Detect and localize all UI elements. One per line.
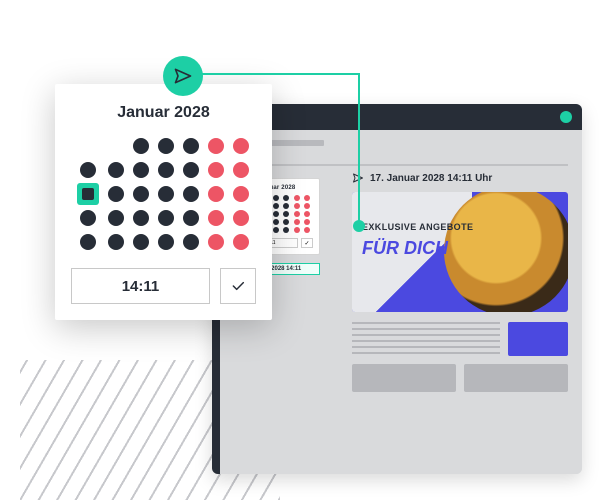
email-hero[interactable]: EXKLUSIVE ANGEBOTE FÜR DICH	[352, 192, 568, 312]
calendar-day[interactable]	[183, 162, 199, 178]
preview-schedule-line: 17. Januar 2028 14:11 Uhr	[352, 174, 568, 182]
calendar-title: Januar 2028	[71, 104, 256, 122]
calendar-day[interactable]	[273, 211, 279, 217]
calendar-day[interactable]	[183, 138, 199, 154]
connector-line	[183, 73, 359, 75]
calendar-day[interactable]	[304, 195, 310, 201]
hero-image	[444, 192, 568, 312]
calendar-day[interactable]	[158, 162, 174, 178]
calendar-day[interactable]	[273, 227, 279, 233]
connector-line	[358, 73, 360, 225]
send-icon	[173, 66, 193, 86]
calendar-day[interactable]	[294, 219, 300, 225]
calendar-day[interactable]	[294, 195, 300, 201]
preview-section	[352, 364, 456, 392]
calendar-day[interactable]	[80, 234, 96, 250]
connector-dot	[353, 220, 365, 232]
calendar-day[interactable]	[133, 234, 149, 250]
calendar-day[interactable]	[233, 210, 249, 226]
send-badge[interactable]	[163, 56, 203, 96]
calendar-grid[interactable]	[71, 138, 256, 250]
calendar-day[interactable]	[208, 186, 224, 202]
divider	[234, 164, 568, 166]
calendar-day[interactable]	[133, 138, 149, 154]
calendar-day[interactable]	[208, 162, 224, 178]
calendar-day[interactable]	[80, 210, 96, 226]
avatar[interactable]	[560, 111, 572, 123]
calendar-day[interactable]	[208, 138, 224, 154]
calendar-day[interactable]	[233, 162, 249, 178]
calendar-day[interactable]	[108, 210, 124, 226]
calendar-day[interactable]	[183, 186, 199, 202]
calendar-day[interactable]	[233, 138, 249, 154]
calendar-day[interactable]	[108, 162, 124, 178]
calendar-day[interactable]	[108, 234, 124, 250]
preview-cta-block[interactable]	[508, 322, 568, 356]
calendar-day[interactable]	[133, 210, 149, 226]
calendar-day[interactable]	[183, 210, 199, 226]
check-icon	[230, 278, 246, 294]
calendar-day[interactable]	[283, 219, 289, 225]
calendar-day[interactable]	[108, 186, 124, 202]
hero-headline: FÜR DICH	[362, 238, 448, 259]
calendar-day[interactable]	[294, 203, 300, 209]
calendar-day[interactable]	[273, 219, 279, 225]
calendar-day[interactable]	[304, 203, 310, 209]
calendar-day[interactable]	[158, 186, 174, 202]
preview-date-text: 17. Januar 2028 14:11 Uhr	[370, 173, 492, 184]
calendar-day[interactable]	[158, 138, 174, 154]
calendar-day[interactable]	[233, 186, 249, 202]
calendar-day[interactable]	[304, 219, 310, 225]
calendar-day	[108, 138, 124, 154]
calendar-day[interactable]	[304, 211, 310, 217]
time-input[interactable]: 14:11	[71, 268, 210, 304]
calendar-day[interactable]	[273, 203, 279, 209]
schedule-calendar: Januar 2028 14:11	[55, 84, 272, 320]
calendar-day[interactable]	[133, 162, 149, 178]
calendar-day[interactable]	[158, 234, 174, 250]
calendar-day[interactable]	[294, 227, 300, 233]
calendar-day[interactable]	[294, 211, 300, 217]
preview-text-lines	[352, 322, 500, 356]
calendar-day[interactable]	[183, 234, 199, 250]
calendar-day[interactable]	[304, 227, 310, 233]
calendar-day[interactable]	[208, 234, 224, 250]
mini-confirm-button[interactable]: ✓	[301, 238, 313, 248]
calendar-day[interactable]	[273, 195, 279, 201]
calendar-day[interactable]	[283, 211, 289, 217]
calendar-day[interactable]	[283, 227, 289, 233]
calendar-day[interactable]	[233, 234, 249, 250]
calendar-day[interactable]	[80, 162, 96, 178]
calendar-day	[80, 138, 96, 154]
confirm-button[interactable]	[220, 268, 256, 304]
calendar-day[interactable]	[158, 210, 174, 226]
calendar-day[interactable]	[208, 210, 224, 226]
calendar-day-selected[interactable]	[77, 183, 99, 205]
calendar-day[interactable]	[283, 203, 289, 209]
hero-subhead: EXKLUSIVE ANGEBOTE	[362, 222, 473, 232]
calendar-day[interactable]	[133, 186, 149, 202]
preview-section	[464, 364, 568, 392]
calendar-day[interactable]	[283, 195, 289, 201]
